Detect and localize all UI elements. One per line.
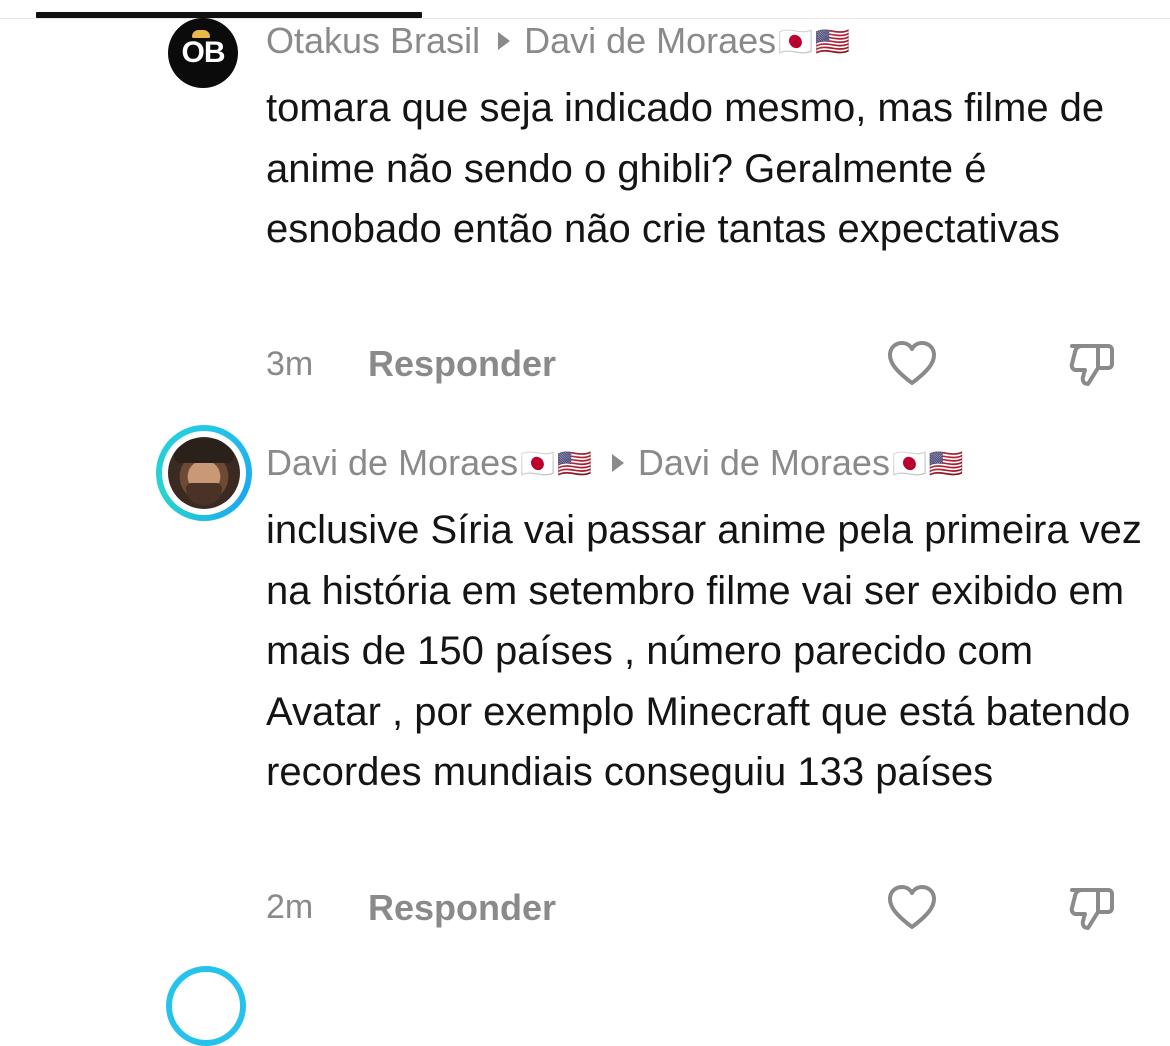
- author-flags: 🇯🇵🇺🇸: [520, 447, 594, 479]
- comment-header: Davi de Moraes 🇯🇵🇺🇸 Davi de Moraes 🇯🇵🇺🇸: [266, 440, 966, 486]
- reply-button[interactable]: Responder: [368, 887, 556, 929]
- comment-item: Davi de Moraes 🇯🇵🇺🇸 Davi de Moraes 🇯🇵🇺🇸 …: [0, 0, 1170, 960]
- heart-icon[interactable]: [886, 882, 938, 934]
- avatar[interactable]: [156, 425, 252, 521]
- profile-photo: [168, 437, 240, 509]
- thumbs-down-icon[interactable]: [1066, 882, 1118, 934]
- reply-to-name[interactable]: Davi de Moraes: [638, 442, 890, 484]
- reply-to-flags: 🇯🇵🇺🇸: [891, 447, 966, 479]
- avatar[interactable]: [166, 966, 246, 1046]
- comment-text: inclusive Síria vai passar anime pela pr…: [266, 508, 1142, 794]
- triangle-right-icon: [611, 454, 624, 472]
- author-name[interactable]: Davi de Moraes: [266, 442, 518, 484]
- comment-time: 2m: [266, 888, 314, 926]
